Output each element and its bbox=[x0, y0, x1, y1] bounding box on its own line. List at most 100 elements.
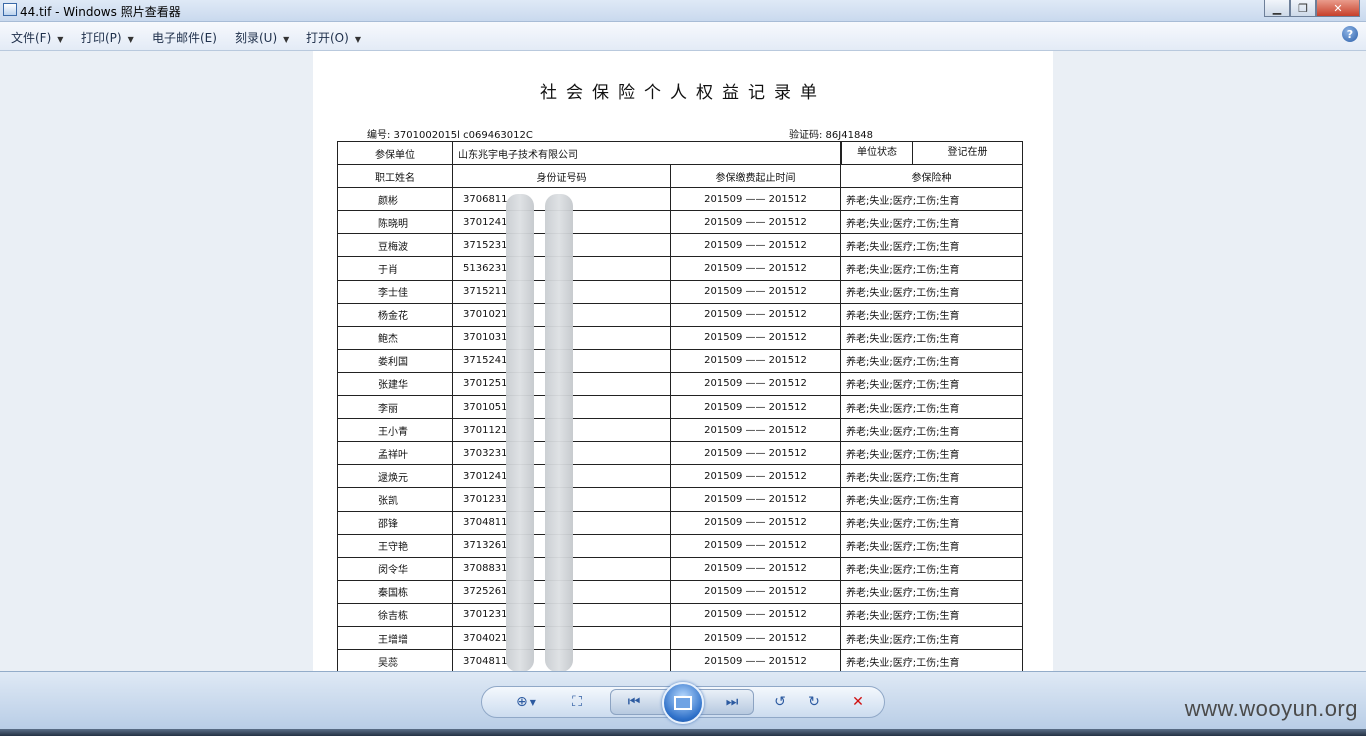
menu-burn[interactable]: 刻录(U) ▼ bbox=[235, 29, 289, 46]
slideshow-button[interactable] bbox=[662, 682, 704, 724]
header-name: 职工姓名 bbox=[337, 164, 453, 189]
chevron-down-icon: ▼ bbox=[283, 35, 290, 44]
menu-file[interactable]: 文件(F) ▼ bbox=[11, 29, 63, 46]
employee-name: 闵令华 bbox=[337, 556, 453, 581]
chevron-down-icon: ▼ bbox=[354, 35, 361, 44]
menu-print[interactable]: 打印(P) ▼ bbox=[81, 29, 134, 46]
payment-period: 201509 —— 201512 bbox=[670, 510, 841, 535]
unit-row: 参保单位 山东兆宇电子技术有限公司 单位状态 登记在册 bbox=[337, 140, 1023, 166]
table-row: 李士佳 3715211 201509 —— 201512 养老;失业;医疗;工伤;生育 bbox=[337, 279, 1023, 304]
payment-period: 201509 —— 201512 bbox=[670, 325, 841, 350]
payment-period: 201509 —— 201512 bbox=[670, 649, 841, 671]
payment-period: 201509 —— 201512 bbox=[670, 279, 841, 304]
table-row: 于肖 5136231 201509 —— 201512 养老;失业;医疗;工伤;生育 bbox=[337, 256, 1023, 281]
payment-period: 201509 —— 201512 bbox=[670, 487, 841, 512]
employee-name: 颜彬 bbox=[337, 187, 453, 212]
insurance-types: 养老;失业;医疗;工伤;生育 bbox=[840, 464, 1023, 489]
rotate-right-button[interactable]: ↻ bbox=[804, 692, 824, 712]
redaction-blur bbox=[545, 194, 573, 671]
delete-button[interactable]: ✕ bbox=[848, 692, 868, 712]
employee-name: 孟祥叶 bbox=[337, 441, 453, 466]
help-icon[interactable]: ? bbox=[1342, 26, 1358, 42]
menu-email[interactable]: 电子邮件(E) bbox=[152, 29, 217, 46]
image-viewport[interactable]: 社会保险个人权益记录单 编号: 3701002015l c069463012C … bbox=[0, 51, 1366, 671]
employee-name: 李士佳 bbox=[337, 279, 453, 304]
insurance-types: 养老;失业;医疗;工伤;生育 bbox=[840, 187, 1023, 212]
menu-file-label: 文件(F) bbox=[11, 31, 52, 45]
payment-period: 201509 —— 201512 bbox=[670, 625, 841, 651]
chevron-down-icon: ▼ bbox=[57, 35, 64, 44]
insurance-types: 养老;失业;医疗;工伤;生育 bbox=[840, 487, 1023, 512]
menu-open-label: 打开(O) bbox=[306, 31, 349, 45]
previous-button[interactable]: ⏮ bbox=[622, 692, 646, 712]
next-button[interactable]: ⏭ bbox=[720, 692, 744, 712]
unit-label: 参保单位 bbox=[337, 140, 453, 166]
table-row: 王增增 3704021 201509 —— 201512 养老;失业;医疗;工伤;生育 bbox=[337, 625, 1023, 651]
employee-name: 王守艳 bbox=[337, 533, 453, 558]
menu-print-label: 打印(P) bbox=[81, 31, 122, 45]
chevron-down-icon: ▼ bbox=[127, 35, 134, 44]
rotate-right-icon: ↻ bbox=[808, 694, 820, 710]
table-row: 邵锋 3704811 201509 —— 201512 养老;失业;医疗;工伤;生育 bbox=[337, 510, 1023, 535]
verify-code: 验证码: 86J41848 bbox=[789, 130, 874, 141]
unit-status-cell: 单位状态 登记在册 bbox=[840, 140, 1023, 166]
insurance-types: 养老;失业;医疗;工伤;生育 bbox=[840, 256, 1023, 281]
employee-name: 秦国栋 bbox=[337, 579, 453, 604]
header-id: 身份证号码 bbox=[452, 164, 671, 189]
header-types: 参保险种 bbox=[840, 164, 1023, 189]
payment-period: 201509 —— 201512 bbox=[670, 418, 841, 443]
unit-value: 山东兆宇电子技术有限公司 bbox=[452, 140, 841, 166]
photo-viewer-icon bbox=[3, 3, 17, 16]
table-row: 张建华 3701251 201509 —— 201512 养老;失业;医疗;工伤;生育 bbox=[337, 371, 1023, 397]
insurance-types: 养老;失业;医疗;工伤;生育 bbox=[840, 233, 1023, 258]
rotate-left-button[interactable]: ↺ bbox=[770, 692, 790, 712]
record-table: 参保单位 山东兆宇电子技术有限公司 单位状态 登记在册 职工姓名 身份证号码 参… bbox=[337, 140, 1023, 671]
close-button[interactable]: ✕ bbox=[1316, 0, 1360, 17]
insurance-types: 养老;失业;医疗;工伤;生育 bbox=[840, 625, 1023, 651]
chevron-down-icon: ▼ bbox=[529, 697, 536, 707]
insurance-types: 养老;失业;医疗;工伤;生育 bbox=[840, 533, 1023, 558]
employee-name: 张凯 bbox=[337, 487, 453, 512]
payment-period: 201509 —— 201512 bbox=[670, 441, 841, 466]
minimize-button[interactable]: ▁ bbox=[1264, 0, 1290, 17]
table-row: 李丽 3701051 201509 —— 201512 养老;失业;医疗;工伤;生育 bbox=[337, 395, 1023, 420]
employee-name: 逯焕元 bbox=[337, 464, 453, 489]
table-row: 王守艳 3713261 201509 —— 201512 养老;失业;医疗;工伤;生育 bbox=[337, 533, 1023, 558]
employee-name: 张建华 bbox=[337, 371, 453, 397]
insurance-types: 养老;失业;医疗;工伤;生育 bbox=[840, 579, 1023, 604]
table-row: 吴蕊 3704811 201509 —— 201512 养老;失业;医疗;工伤;生育 bbox=[337, 649, 1023, 671]
table-row: 孟祥叶 3703231 201509 —— 201512 养老;失业;医疗;工伤;生育 bbox=[337, 441, 1023, 466]
insurance-types: 养老;失业;医疗;工伤;生育 bbox=[840, 418, 1023, 443]
window-title: 44.tif - Windows 照片查看器 bbox=[20, 5, 181, 19]
menu-email-label: 电子邮件(E) bbox=[152, 31, 217, 45]
actual-size-button[interactable]: ⛶ bbox=[566, 692, 588, 712]
table-row: 鲍杰 3701031 201509 —— 201512 养老;失业;医疗;工伤;生育 bbox=[337, 325, 1023, 350]
insurance-types: 养老;失业;医疗;工伤;生育 bbox=[840, 302, 1023, 327]
employee-name: 邵锋 bbox=[337, 510, 453, 535]
employee-name: 豆梅波 bbox=[337, 233, 453, 258]
employee-name: 鲍杰 bbox=[337, 325, 453, 350]
insurance-types: 养老;失业;医疗;工伤;生育 bbox=[840, 371, 1023, 397]
rotate-left-icon: ↺ bbox=[774, 694, 786, 710]
insurance-types: 养老;失业;医疗;工伤;生育 bbox=[840, 325, 1023, 350]
watermark: www.wooyun.org bbox=[1184, 696, 1358, 721]
maximize-button[interactable]: ❐ bbox=[1290, 0, 1316, 17]
zoom-button[interactable]: ⊕ ▼ bbox=[509, 692, 543, 712]
payment-period: 201509 —— 201512 bbox=[670, 187, 841, 212]
table-row: 娄利国 3715241 201509 —— 201512 养老;失业;医疗;工伤;生育 bbox=[337, 348, 1023, 373]
payment-period: 201509 —— 201512 bbox=[670, 233, 841, 258]
table-row: 杨金花 3701021 201509 —— 201512 养老;失业;医疗;工伤;生育 bbox=[337, 302, 1023, 327]
title-bar: 44.tif - Windows 照片查看器 ▁ ❐ ✕ bbox=[0, 0, 1366, 22]
insurance-types: 养老;失业;医疗;工伤;生育 bbox=[840, 510, 1023, 535]
zoom-icon: ⊕ bbox=[516, 694, 528, 710]
insurance-types: 养老;失业;医疗;工伤;生育 bbox=[840, 441, 1023, 466]
menu-open[interactable]: 打开(O) ▼ bbox=[306, 29, 361, 46]
table-row: 陈晓明 3701241 201509 —— 201512 养老;失业;医疗;工伤;生育 bbox=[337, 210, 1023, 235]
insurance-types: 养老;失业;医疗;工伤;生育 bbox=[840, 602, 1023, 627]
status-label: 单位状态 bbox=[841, 142, 913, 164]
insurance-types: 养老;失业;医疗;工伤;生育 bbox=[840, 395, 1023, 420]
document-page: 社会保险个人权益记录单 编号: 3701002015l c069463012C … bbox=[313, 51, 1053, 671]
previous-icon: ⏮ bbox=[627, 694, 641, 710]
payment-period: 201509 —— 201512 bbox=[670, 210, 841, 235]
table-row: 徐吉栋 3701231 201509 —— 201512 养老;失业;医疗;工伤;生育 bbox=[337, 602, 1023, 627]
